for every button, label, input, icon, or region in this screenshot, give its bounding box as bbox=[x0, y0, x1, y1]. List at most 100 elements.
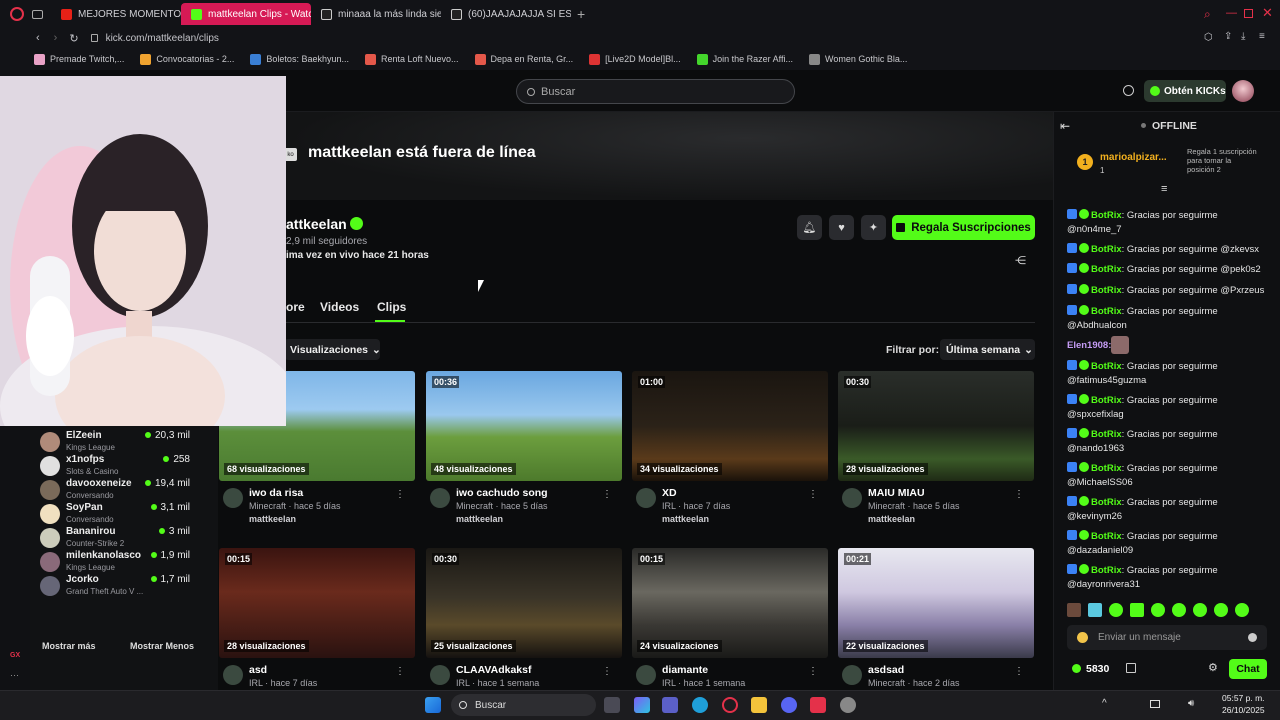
emote-icon[interactable] bbox=[1214, 603, 1228, 617]
tab-about[interactable]: ore bbox=[286, 300, 305, 314]
clip-username[interactable]: mattkeelan bbox=[249, 514, 296, 524]
chat-input[interactable]: Enviar un mensaje bbox=[1067, 625, 1267, 650]
filter-dropdown[interactable]: Última semana ⌄ bbox=[940, 339, 1035, 360]
bookmark-7[interactable]: Women Gothic Bla... bbox=[809, 53, 907, 65]
emote-picker-icon[interactable] bbox=[1248, 633, 1257, 642]
teams-icon[interactable] bbox=[662, 697, 678, 713]
emote-icon[interactable] bbox=[1088, 603, 1102, 617]
bookmark-1[interactable]: Convocatorias - 2... bbox=[140, 53, 234, 65]
download-icon[interactable]: ⤓ bbox=[1241, 31, 1245, 42]
clip-card[interactable]: 01:00 34 visualizaciones XD IRL · hace 7 dí… bbox=[632, 371, 828, 524]
collapse-chat-icon[interactable]: ⇤ bbox=[1060, 119, 1070, 133]
clip-title[interactable]: MAIU MIAU bbox=[868, 487, 925, 499]
sidebar-streamer-item[interactable]: Bananirou Counter-Strike 2 3 mil bbox=[40, 526, 190, 552]
emote-icon[interactable] bbox=[1172, 603, 1186, 617]
clip-username[interactable]: mattkeelan bbox=[868, 514, 915, 524]
tab-2[interactable]: minaaa la más linda siem bbox=[311, 3, 441, 25]
chat-username[interactable]: BotRix bbox=[1091, 395, 1122, 406]
avatar[interactable] bbox=[223, 665, 243, 685]
points-value[interactable]: 5830 bbox=[1086, 663, 1109, 675]
chat-username[interactable]: BotRix bbox=[1091, 306, 1122, 317]
avatar[interactable] bbox=[430, 665, 450, 685]
windows-start-icon[interactable] bbox=[425, 697, 441, 713]
emoji-icon[interactable] bbox=[1077, 632, 1088, 643]
clip-username[interactable]: mattkeelan bbox=[662, 514, 709, 524]
notification-bell-button[interactable]: 🔔︎ bbox=[797, 215, 822, 240]
back-icon[interactable]: ‹ bbox=[36, 32, 40, 44]
more-icon[interactable]: ··· bbox=[10, 670, 19, 680]
sidebar-streamer-item[interactable]: davooxeneize Conversando 19,4 mil bbox=[40, 478, 190, 504]
clip-card[interactable]: 00:30 25 visualizaciones CLAAVAdkaksf IRL ·… bbox=[426, 548, 622, 698]
user-avatar[interactable] bbox=[1232, 80, 1254, 102]
sort-dropdown[interactable]: Visualizaciones ⌄ bbox=[284, 339, 381, 360]
maximize-icon[interactable] bbox=[1244, 9, 1253, 18]
clip-thumbnail[interactable]: 00:30 28 visualizaciones bbox=[838, 371, 1034, 481]
share-icon[interactable]: ⋲ bbox=[1015, 254, 1026, 267]
chat-username[interactable]: BotRix bbox=[1091, 565, 1122, 576]
close-icon[interactable]: ✕ bbox=[1262, 5, 1273, 21]
reload-icon[interactable]: ↻ bbox=[69, 32, 78, 45]
more-options-icon[interactable]: ⋮ bbox=[808, 666, 818, 677]
gift-subscriptions-button[interactable]: Regala Suscripciones bbox=[892, 215, 1035, 240]
clip-title[interactable]: diamante bbox=[662, 664, 708, 676]
get-kicks-button[interactable]: Obtén KICKs bbox=[1144, 80, 1226, 102]
copilot-icon[interactable] bbox=[634, 697, 650, 713]
clock-date[interactable]: 26/10/2025 bbox=[1222, 705, 1265, 715]
clip-title[interactable]: iwo da risa bbox=[249, 487, 303, 499]
sidebar-streamer-item[interactable]: milenkanolasco Kings League 1,9 mil bbox=[40, 550, 190, 576]
bookmark-0[interactable]: Premade Twitch,... bbox=[34, 53, 124, 65]
avatar[interactable] bbox=[842, 665, 862, 685]
clip-card[interactable]: 00:15 28 visualizaciones asd IRL · hace 7 d… bbox=[219, 548, 415, 698]
more-options-icon[interactable]: ⋮ bbox=[602, 489, 612, 500]
clip-title[interactable]: CLAAVAdkaksf bbox=[456, 664, 531, 676]
app-icon[interactable] bbox=[810, 697, 826, 713]
discord-icon[interactable] bbox=[781, 697, 797, 713]
notifications-icon[interactable] bbox=[1123, 85, 1134, 96]
more-options-icon[interactable]: ⋮ bbox=[395, 666, 405, 677]
bookmark-6[interactable]: Join the Razer Affi... bbox=[696, 53, 793, 65]
avatar[interactable] bbox=[636, 665, 656, 685]
sidebar-streamer-item[interactable]: Jcorko Grand Theft Auto V ... 1,7 mil bbox=[40, 574, 190, 600]
tab-clips[interactable]: Clips bbox=[377, 300, 406, 314]
tab-0[interactable]: MEJORES MOMENTOS D bbox=[51, 3, 181, 25]
chat-username[interactable]: BotRix bbox=[1091, 285, 1122, 296]
store-icon[interactable] bbox=[1126, 663, 1136, 673]
emote-icon[interactable] bbox=[1130, 603, 1144, 617]
more-options-icon[interactable]: ⋮ bbox=[1014, 666, 1024, 677]
avatar[interactable] bbox=[842, 488, 862, 508]
clock-time[interactable]: 05:57 p. m. bbox=[1222, 693, 1265, 703]
bookmark-4[interactable]: Depa en Renta, Gr... bbox=[474, 53, 573, 65]
tab-videos[interactable]: Videos bbox=[320, 300, 359, 314]
gx-icon[interactable]: GX bbox=[10, 652, 20, 659]
chat-username[interactable]: BotRix bbox=[1091, 429, 1122, 440]
sidebar-streamer-item[interactable]: x1nofps Slots & Casino 258 bbox=[40, 454, 190, 480]
search-input[interactable]: Buscar bbox=[516, 79, 795, 104]
url-text[interactable]: kick.com/mattkeelan/clips bbox=[106, 33, 219, 44]
tab-3[interactable]: (60)JAAJAJAJJA SI ES bbox=[441, 3, 571, 25]
more-options-icon[interactable]: ⋮ bbox=[395, 489, 405, 500]
forward-icon[interactable]: › bbox=[54, 32, 58, 44]
opera-logo-icon[interactable] bbox=[10, 7, 24, 21]
clip-title[interactable]: iwo cachudo song bbox=[456, 487, 548, 499]
sidebar-streamer-item[interactable]: ElZeein Kings League 20,3 mil bbox=[40, 430, 190, 456]
clip-thumbnail[interactable]: 00:15 24 visualizaciones bbox=[632, 548, 828, 658]
sparkle-button[interactable]: ✦ bbox=[861, 215, 886, 240]
clip-username[interactable]: mattkeelan bbox=[456, 514, 503, 524]
clip-thumbnail[interactable]: 00:15 28 visualizaciones bbox=[219, 548, 415, 658]
menu-icon[interactable]: ≡ bbox=[1259, 31, 1265, 42]
file-explorer-icon[interactable] bbox=[751, 697, 767, 713]
follow-button[interactable]: ♥ bbox=[829, 215, 854, 240]
show-more-link[interactable]: Mostrar más bbox=[42, 641, 96, 651]
clip-thumbnail[interactable]: 00:21 22 visualizaciones bbox=[838, 548, 1034, 658]
chat-send-button[interactable]: Chat bbox=[1229, 659, 1267, 679]
emote-icon[interactable] bbox=[1151, 603, 1165, 617]
bookmark-2[interactable]: Boletos: Baekhyun... bbox=[250, 53, 349, 65]
minimize-icon[interactable]: — bbox=[1226, 7, 1237, 19]
show-less-link[interactable]: Mostrar Menos bbox=[130, 641, 194, 651]
avatar[interactable] bbox=[430, 488, 450, 508]
clip-title[interactable]: XD bbox=[662, 487, 677, 499]
clip-card[interactable]: 00:30 28 visualizaciones MAIU MIAU Minecraf… bbox=[838, 371, 1034, 524]
clip-title[interactable]: asd bbox=[249, 664, 267, 676]
emote-icon[interactable] bbox=[1193, 603, 1207, 617]
chat-username[interactable]: BotRix bbox=[1091, 463, 1122, 474]
